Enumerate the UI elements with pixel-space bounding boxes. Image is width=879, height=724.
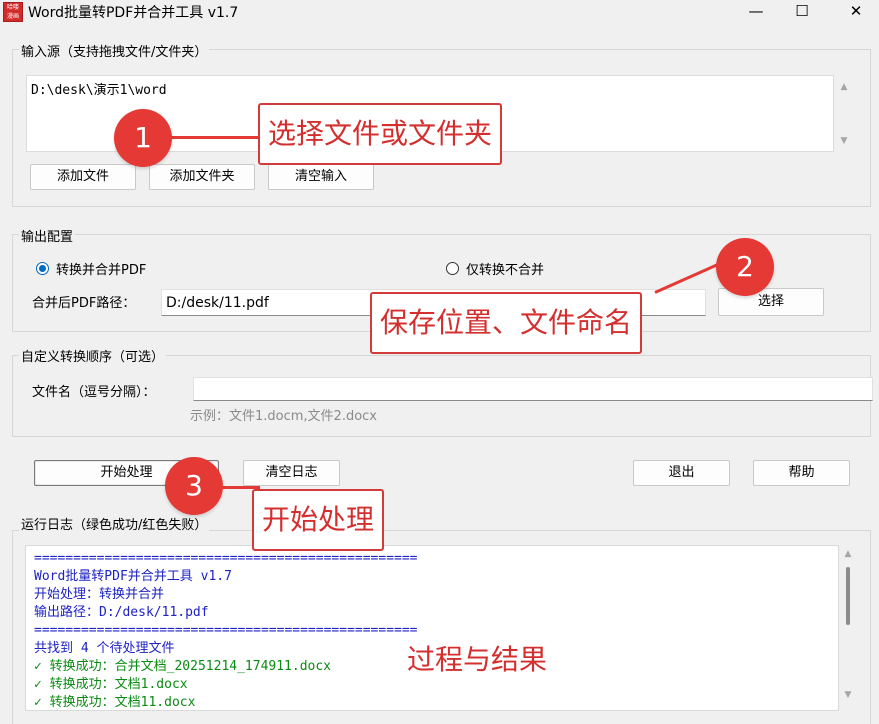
input-source-text: D:\desk\演示1\word bbox=[31, 83, 167, 98]
close-button[interactable]: ✕ bbox=[833, 0, 879, 24]
scroll-down-icon[interactable]: ▼ bbox=[838, 136, 850, 146]
radio-convert-only-label: 仅转换不合并 bbox=[466, 263, 545, 278]
log-line: ✓ 转换成功：文档1.docx bbox=[34, 677, 188, 692]
log-scroll-up-icon[interactable]: ▲ bbox=[842, 549, 854, 559]
annotation-1-line bbox=[168, 136, 264, 139]
scroll-up-icon[interactable]: ▲ bbox=[838, 82, 850, 92]
radio-convert-only[interactable] bbox=[446, 262, 459, 275]
input-source-label: 输入源（支持拖拽文件/文件夹） bbox=[19, 41, 210, 60]
app-icon: 哈喽 漫画 bbox=[3, 2, 23, 22]
annotation-result-text: 过程与结果 bbox=[407, 643, 548, 676]
filename-order-input[interactable] bbox=[193, 377, 873, 401]
custom-order-label: 自定义转换顺序（可选） bbox=[19, 346, 167, 365]
help-button[interactable]: 帮助 bbox=[753, 460, 850, 486]
log-line: 开始处理：转换并合并 bbox=[34, 587, 165, 602]
exit-button[interactable]: 退出 bbox=[633, 460, 730, 486]
output-config-label: 输出配置 bbox=[19, 226, 76, 245]
add-file-button[interactable]: 添加文件 bbox=[30, 164, 136, 190]
annotation-2-badge: 2 bbox=[716, 238, 774, 296]
example-hint: 示例：文件1.docm,文件2.docx bbox=[190, 409, 378, 424]
radio-merge[interactable] bbox=[36, 262, 49, 275]
log-output[interactable]: ========================================… bbox=[25, 545, 839, 711]
maximize-icon: ☐ bbox=[795, 2, 809, 20]
log-scroll-thumb[interactable] bbox=[846, 567, 850, 625]
minimize-icon: — bbox=[748, 2, 764, 20]
log-line: Word批量转PDF并合并工具 v1.7 bbox=[34, 569, 232, 584]
add-folder-button[interactable]: 添加文件夹 bbox=[149, 164, 255, 190]
log-scrollbar[interactable]: ▲ ▼ bbox=[839, 545, 857, 711]
log-label: 运行日志（绿色成功/红色失败） bbox=[19, 514, 210, 533]
log-lines: ========================================… bbox=[34, 550, 830, 710]
maximize-button[interactable]: ☐ bbox=[779, 0, 825, 24]
clear-log-button[interactable]: 清空日志 bbox=[243, 460, 340, 486]
pdf-path-value: D:/desk/11.pdf bbox=[166, 295, 269, 311]
log-scroll-down-icon[interactable]: ▼ bbox=[842, 690, 854, 700]
annotation-1-badge: 1 bbox=[114, 109, 172, 167]
clear-input-button[interactable]: 清空输入 bbox=[268, 164, 374, 190]
annotation-3-callout: 开始处理 bbox=[252, 489, 385, 551]
window-title: Word批量转PDF并合并工具 v1.7 bbox=[28, 5, 239, 21]
log-line: ========================================… bbox=[34, 551, 418, 566]
radio-merge-label: 转换并合并PDF bbox=[56, 263, 147, 278]
annotation-3-badge: 3 bbox=[165, 457, 223, 515]
close-icon: ✕ bbox=[849, 2, 863, 20]
log-line: ✓ 转换成功：文档11.docx bbox=[34, 695, 196, 710]
annotation-2-callout: 保存位置、文件命名 bbox=[370, 292, 643, 354]
minimize-button[interactable]: — bbox=[733, 0, 779, 24]
annotation-1-callout: 选择文件或文件夹 bbox=[258, 103, 503, 165]
pdf-path-label: 合并后PDF路径： bbox=[32, 296, 136, 311]
filename-order-label: 文件名（逗号分隔）： bbox=[32, 385, 156, 400]
log-line: 输出路径：D:/desk/11.pdf bbox=[34, 605, 209, 620]
